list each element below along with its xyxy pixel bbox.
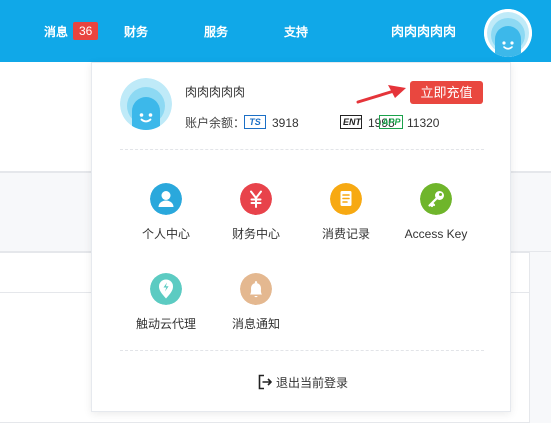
key-icon xyxy=(420,183,452,215)
recharge-button[interactable]: 立即充值 xyxy=(410,81,483,104)
profile-name: 肉肉肉肉肉 xyxy=(185,85,246,99)
top-navbar: 消息 36 财务 服务 支持 肉肉肉肉肉 xyxy=(0,0,551,62)
dashed-divider xyxy=(120,350,484,351)
menu-item-cloud-agent[interactable]: 触动云代理 xyxy=(126,273,206,332)
menu-item-consumption-record[interactable]: 消费记录 xyxy=(306,183,386,242)
logout-label: 退出当前登录 xyxy=(276,376,349,390)
lightning-location-icon xyxy=(150,273,182,305)
menu-item-message-notification[interactable]: 消息通知 xyxy=(216,273,296,332)
menu-label: 消费记录 xyxy=(321,227,370,241)
nav-finance[interactable]: 财务 xyxy=(124,24,148,40)
ts-balance-value: 3918 xyxy=(272,116,299,130)
app-currency-icon: APP xyxy=(379,115,403,129)
nav-username[interactable]: 肉肉肉肉肉 xyxy=(391,23,456,41)
receipt-icon xyxy=(330,183,362,215)
ghost-avatar-icon xyxy=(484,9,532,57)
menu-label: 消息通知 xyxy=(231,317,280,331)
menu-item-personal-center[interactable]: 个人中心 xyxy=(126,183,206,242)
logout-icon xyxy=(258,374,272,390)
ent-currency-icon: ENT xyxy=(340,115,362,129)
menu-label: 个人中心 xyxy=(141,227,190,241)
menu-item-access-key[interactable]: Access Key xyxy=(396,183,476,242)
menu-label: 触动云代理 xyxy=(135,317,196,331)
nav-messages[interactable]: 消息 xyxy=(44,24,68,40)
balance-label: 账户余额： xyxy=(185,116,246,130)
dashed-divider xyxy=(120,149,484,150)
bell-icon xyxy=(240,273,272,305)
user-dropdown-panel: 肉肉肉肉肉 账户余额： TS 3918 ENT 1995 APP 11320 立… xyxy=(91,62,511,412)
profile-avatar xyxy=(120,78,172,130)
messages-count-badge[interactable]: 36 xyxy=(73,22,99,40)
menu-label: Access Key xyxy=(404,227,468,241)
menu-label: 财务中心 xyxy=(231,227,280,241)
nav-service[interactable]: 服务 xyxy=(204,24,228,40)
app-balance-value: 11320 xyxy=(407,116,440,130)
user-icon xyxy=(150,183,182,215)
nav-support[interactable]: 支持 xyxy=(284,24,308,40)
red-arrow-icon xyxy=(356,85,406,104)
menu-item-finance-center[interactable]: 财务中心 xyxy=(216,183,296,242)
ts-currency-icon: TS xyxy=(244,115,266,129)
yen-icon xyxy=(240,183,272,215)
user-avatar[interactable] xyxy=(484,9,532,57)
ghost-avatar-icon xyxy=(120,78,172,130)
